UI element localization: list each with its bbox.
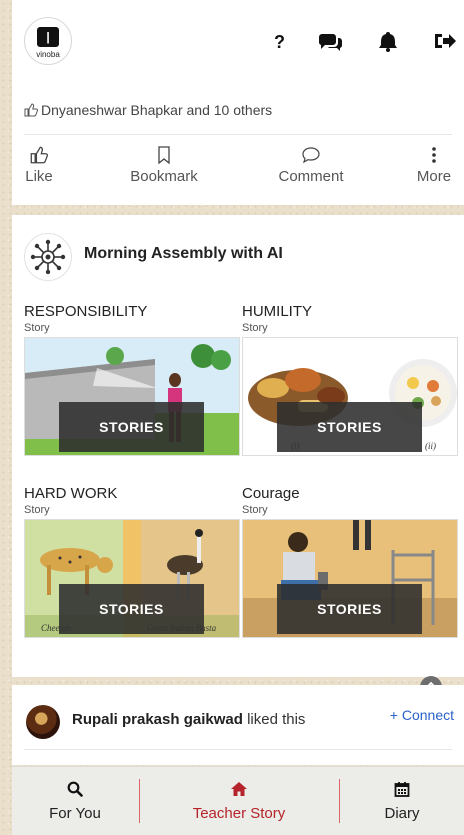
bell-icon[interactable] [375,30,401,52]
story-title: Courage [242,485,300,502]
activity-text: Rupali prakash gaikwad liked this [72,711,305,728]
thumbs-up-icon [30,146,48,164]
story-thumbnail[interactable]: STORIES [242,519,458,638]
story-thumbnail[interactable]: STORIES (i) (ii) [242,337,458,456]
post-reactions-card: Dnyaneshwar Bhapkar and 10 others Like B… [12,72,464,205]
activity-card: Rupali prakash gaikwad liked this + Conn… [12,685,464,765]
activity-user[interactable]: Rupali prakash gaikwad [72,711,243,728]
comment-label: Comment [278,168,344,185]
logout-icon[interactable] [432,30,458,52]
divider [24,749,452,750]
assembly-title: Morning Assembly with AI [84,245,283,262]
liked-by-summary[interactable]: Dnyaneshwar Bhapkar and 10 others [24,102,272,118]
search-icon [67,781,83,797]
calendar-icon [394,782,410,797]
story-card-courage[interactable]: Courage Story STORIES [242,485,458,638]
story-title: HUMILITY [242,303,313,320]
thumbs-up-icon [24,103,38,117]
story-type: Story [242,504,268,516]
home-icon [231,782,247,796]
tab-diary[interactable]: Diary [340,767,464,835]
ai-network-icon [24,233,72,281]
image-caption-right: Great Indian Busta [147,623,217,633]
logo-label: vinoba [36,50,60,59]
morning-assembly-card: Morning Assembly with AI RESPONSIBILITY … [12,215,464,677]
story-thumbnail[interactable]: STORIES Cheetah Great Indian Busta [24,519,240,638]
story-type: Story [24,322,50,334]
comment-icon [302,147,320,164]
tab-teacher-story[interactable]: Teacher Story [140,767,338,835]
more-label: More [416,168,452,185]
like-button[interactable]: Like [24,146,54,185]
story-type: Story [242,322,268,334]
more-vertical-icon [432,147,436,163]
bookmark-label: Bookmark [130,168,198,185]
stories-badge: STORIES [59,402,204,452]
more-button[interactable]: More [414,146,454,185]
divider [24,134,452,135]
image-caption-left: (i) [291,441,300,451]
connect-button[interactable]: + Connect [390,707,454,723]
liked-by-text: Dnyaneshwar Bhapkar and 10 others [41,102,273,118]
tab-label: Teacher Story [192,805,286,822]
story-card-hard-work[interactable]: HARD WORK Story STORIES Cheetah Great In… [24,485,240,638]
image-caption-left: Cheetah [41,623,71,633]
like-label: Like [25,168,53,185]
story-type: Story [24,504,50,516]
bookmark-button[interactable]: Bookmark [124,146,204,185]
tab-label: For You [49,805,101,822]
app-header: | vinoba ? [12,0,464,73]
image-caption-right: (ii) [425,441,436,451]
help-icon[interactable]: ? [267,30,293,52]
story-card-responsibility[interactable]: RESPONSIBILITY Story STORIES [24,303,240,456]
chat-icon[interactable] [317,30,343,52]
activity-action: liked this [247,711,306,728]
svg-text:?: ? [274,32,285,52]
stories-badge: STORIES [277,584,422,634]
tab-label: Diary [384,805,420,822]
tab-for-you[interactable]: For You [12,767,138,835]
story-title: RESPONSIBILITY [24,303,148,320]
bottom-nav: For You Teacher Story Diary [12,766,464,835]
avatar[interactable] [26,705,60,739]
vinoba-logo[interactable]: | vinoba [24,17,72,65]
story-thumbnail[interactable]: STORIES [24,337,240,456]
bookmark-icon [158,146,170,164]
story-card-humility[interactable]: HUMILITY Story STORIES (i) (ii) [242,303,458,456]
story-title: HARD WORK [24,485,118,502]
logo-mark-icon: | [37,27,59,47]
comment-button[interactable]: Comment [271,146,351,185]
